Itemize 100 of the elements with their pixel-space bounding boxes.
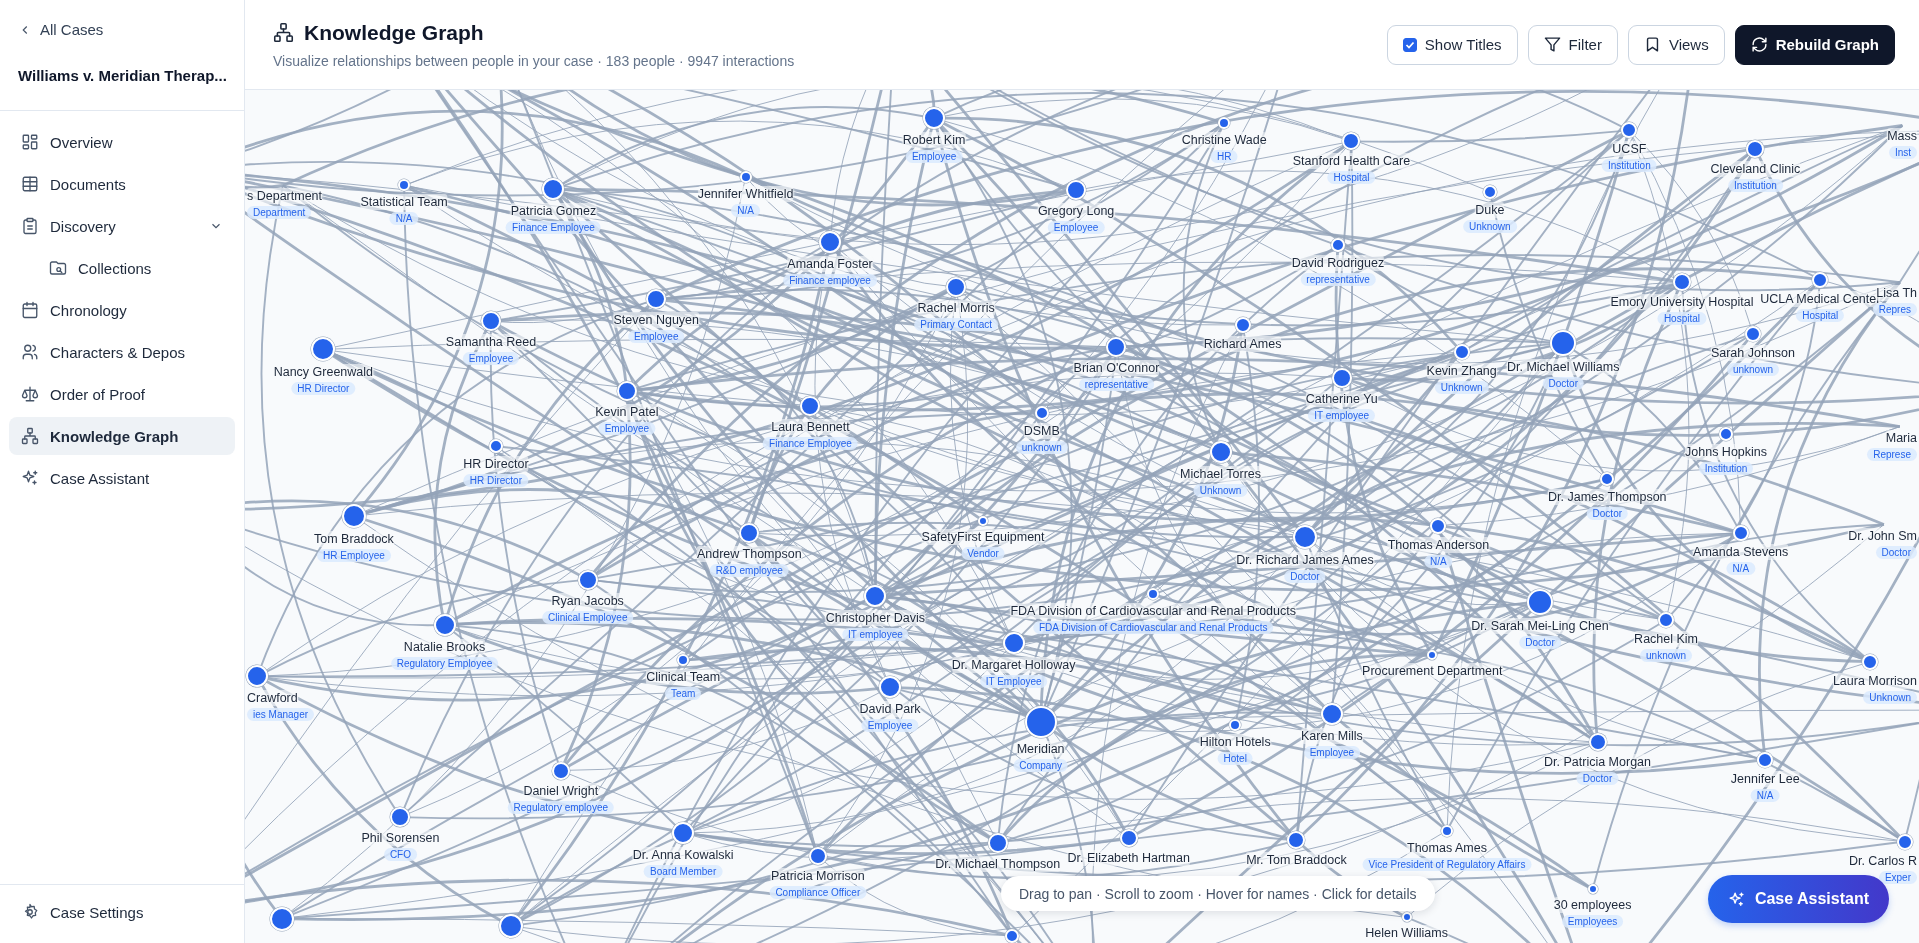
node-dot[interactable] [1672,273,1691,292]
nav-item[interactable]: Knowledge Graph [9,417,235,455]
node-dot[interactable] [1812,271,1829,288]
node-dot[interactable] [1746,139,1765,158]
node-dot[interactable] [542,178,565,201]
scale-icon [21,385,39,403]
node-dot[interactable] [1600,472,1615,487]
node-dot[interactable] [1331,238,1346,253]
node-dot[interactable] [1024,705,1057,738]
node-dot[interactable] [879,676,902,699]
node-dot[interactable] [987,832,1008,853]
node-dot[interactable] [1147,588,1160,601]
network-icon [273,22,294,43]
node-dot[interactable] [946,277,967,298]
node-dot[interactable] [398,179,411,192]
node-dot[interactable] [739,170,752,183]
node-dot[interactable] [808,847,827,866]
nav-item[interactable]: Collections [9,249,235,287]
node-dot[interactable] [1862,653,1879,670]
rebuild-button[interactable]: Rebuild Graph [1734,24,1895,65]
node-role: Vendor [961,546,1005,560]
node-role: Unknown [1193,484,1248,498]
node-dot[interactable] [481,311,501,332]
nav-item[interactable]: Overview [9,123,235,161]
node-dot[interactable] [577,569,598,590]
nav-item[interactable]: Documents [9,165,235,203]
node-dot[interactable] [1430,517,1447,534]
node-dot[interactable] [1287,831,1306,850]
node-dot[interactable] [1719,426,1734,441]
node-role: IT employee [1308,408,1376,422]
node-dot[interactable] [1587,884,1598,895]
show-titles-toggle[interactable]: Show Titles [1386,24,1518,65]
node-dot[interactable] [1550,330,1577,357]
node-dot[interactable] [1209,441,1232,464]
nav-item[interactable]: Case Assistant [9,459,235,497]
filter-button[interactable]: Filter [1527,24,1618,65]
node-dot[interactable] [1896,833,1913,850]
node-dot[interactable] [1757,751,1774,768]
node-dot[interactable] [498,914,523,938]
node-dot[interactable] [739,523,760,544]
node-dot[interactable] [1106,337,1127,358]
node-dot[interactable] [1527,588,1553,615]
node-dot[interactable] [1331,367,1352,388]
node-dot[interactable] [1234,317,1251,333]
node-dot[interactable] [1621,122,1638,139]
node-dot[interactable] [800,395,821,416]
views-button[interactable]: Views [1627,24,1725,65]
nav-item[interactable]: Discovery [9,207,235,245]
node-dot[interactable] [1066,180,1087,201]
people-icon [21,343,39,361]
node-dot[interactable] [488,439,503,454]
node-dot[interactable] [616,381,637,402]
checkbox[interactable] [1402,37,1417,52]
node-dot[interactable] [269,906,294,931]
node-role: Company [1013,758,1068,772]
nav-item[interactable]: Order of Proof [9,375,235,413]
node-dot[interactable] [677,654,690,667]
node-dot[interactable] [1342,132,1361,151]
node-dot[interactable] [819,230,842,253]
node-role: ies Manager [247,708,315,722]
settings-link[interactable]: Case Settings [9,893,235,931]
node-dot[interactable] [1034,406,1049,421]
node-role: HR Director [291,382,356,396]
node-dot[interactable] [978,515,989,526]
node-role: CFO [383,848,417,862]
node-role: Doctor [1586,507,1628,521]
node-dot[interactable] [1482,184,1497,199]
back-link[interactable]: All Cases [0,0,244,40]
node-role: unknown [1640,649,1693,662]
node-dot[interactable] [1453,343,1470,360]
node-dot[interactable] [672,821,695,844]
nav-item[interactable]: Chronology [9,291,235,329]
node-dot[interactable] [1119,828,1138,847]
node-role: Unknown [1462,219,1517,233]
node-dot[interactable] [1744,325,1761,342]
node-dot[interactable] [1218,117,1231,130]
node-role: N/A [1424,554,1453,568]
calendar-icon [21,301,39,319]
node-dot[interactable] [1732,525,1749,542]
node-role: Employee [462,352,520,366]
node-dot[interactable] [1292,524,1317,549]
node-dot[interactable] [1427,650,1438,661]
nav-item[interactable]: Characters & Depos [9,333,235,371]
node-dot[interactable] [246,665,269,688]
node-dot[interactable] [311,337,336,362]
node-dot[interactable] [923,107,946,130]
node-role: Board Member [644,864,723,878]
node-dot[interactable] [1005,928,1020,943]
node-dot[interactable] [341,503,366,528]
node-dot[interactable] [646,289,667,310]
node-dot[interactable] [1658,612,1675,628]
node-dot[interactable] [1229,719,1242,732]
node-dot[interactable] [1002,632,1025,655]
node-dot[interactable] [1588,733,1607,752]
node-dot[interactable] [390,807,411,828]
node-dot[interactable] [433,613,456,636]
node-dot[interactable] [551,761,570,780]
node-dot[interactable] [1320,703,1343,726]
node-role: Vice President of Regulatory Affairs [1362,857,1532,871]
node-dot[interactable] [864,584,887,607]
